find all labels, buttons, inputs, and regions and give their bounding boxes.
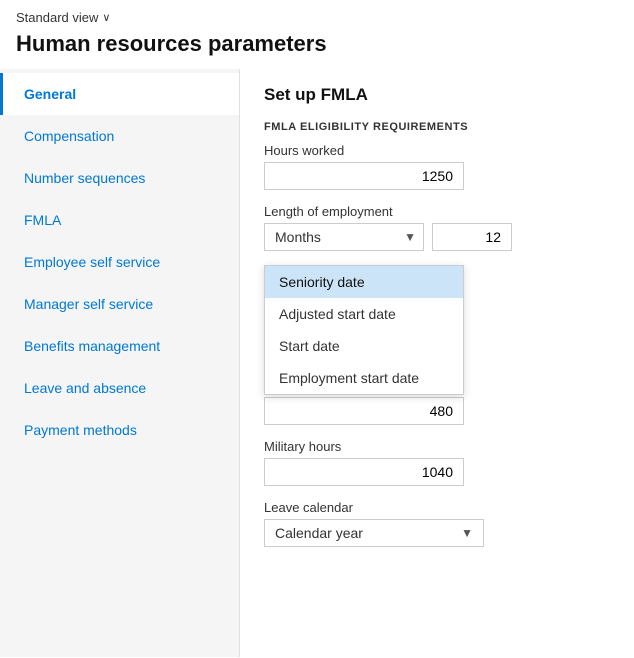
length-dropdown-arrow-icon: ▼ bbox=[404, 230, 416, 244]
leave-calendar-label: Leave calendar bbox=[264, 500, 610, 515]
sidebar-item-leave-and-absence[interactable]: Leave and absence bbox=[0, 367, 239, 409]
hours-worked-group: Hours worked bbox=[264, 143, 610, 190]
eligibility-row: Seniority date Adjusted start date Start… bbox=[264, 284, 610, 342]
sidebar-item-benefits-management[interactable]: Benefits management bbox=[0, 325, 239, 367]
chevron-down-icon[interactable]: ∨ bbox=[102, 11, 110, 24]
length-dropdown-wrapper: Months ▼ bbox=[264, 223, 424, 251]
standard-hours-input[interactable] bbox=[264, 397, 464, 425]
page-title: Human resources parameters bbox=[0, 29, 634, 69]
leave-calendar-group: Leave calendar Calendar year ▼ bbox=[264, 500, 610, 547]
eligibility-option-seniority-date[interactable]: Seniority date bbox=[265, 266, 463, 298]
view-label[interactable]: Standard view bbox=[16, 10, 98, 25]
sidebar: General Compensation Number sequences FM… bbox=[0, 69, 240, 657]
eligibility-date-group: Eligibility date priority sequence Senio… bbox=[264, 265, 610, 342]
length-row: Months ▼ bbox=[264, 223, 610, 251]
length-of-employment-group: Length of employment Months ▼ bbox=[264, 204, 610, 251]
eligibility-option-employment-start-date[interactable]: Employment start date bbox=[265, 362, 463, 394]
leave-calendar-value: Calendar year bbox=[275, 525, 363, 541]
eligibility-dropdown-menu: Seniority date Adjusted start date Start… bbox=[264, 265, 464, 395]
section-title: Set up FMLA bbox=[264, 85, 610, 105]
main-layout: General Compensation Number sequences FM… bbox=[0, 69, 634, 657]
length-of-employment-label: Length of employment bbox=[264, 204, 610, 219]
hours-worked-input[interactable] bbox=[264, 162, 464, 190]
military-hours-input[interactable] bbox=[264, 458, 464, 486]
hours-worked-label: Hours worked bbox=[264, 143, 610, 158]
eligibility-header: FMLA ELIGIBILITY REQUIREMENTS bbox=[264, 121, 610, 133]
eligibility-option-adjusted-start-date[interactable]: Adjusted start date bbox=[265, 298, 463, 330]
length-dropdown-value: Months bbox=[275, 229, 321, 245]
sidebar-item-payment-methods[interactable]: Payment methods bbox=[0, 409, 239, 451]
main-content: Set up FMLA FMLA ELIGIBILITY REQUIREMENT… bbox=[240, 69, 634, 657]
sidebar-item-fmla[interactable]: FMLA bbox=[0, 199, 239, 241]
military-hours-group: Military hours bbox=[264, 439, 610, 486]
length-dropdown[interactable]: Months ▼ bbox=[264, 223, 424, 251]
length-number-input[interactable] bbox=[432, 223, 512, 251]
top-bar: Standard view ∨ bbox=[0, 0, 634, 29]
leave-calendar-arrow-icon: ▼ bbox=[461, 526, 473, 540]
sidebar-item-general[interactable]: General bbox=[0, 73, 239, 115]
sidebar-item-compensation[interactable]: Compensation bbox=[0, 115, 239, 157]
eligibility-option-start-date[interactable]: Start date bbox=[265, 330, 463, 362]
military-hours-label: Military hours bbox=[264, 439, 610, 454]
sidebar-item-number-sequences[interactable]: Number sequences bbox=[0, 157, 239, 199]
sidebar-item-manager-self-service[interactable]: Manager self service bbox=[0, 283, 239, 325]
leave-calendar-dropdown[interactable]: Calendar year ▼ bbox=[264, 519, 484, 547]
sidebar-item-employee-self-service[interactable]: Employee self service bbox=[0, 241, 239, 283]
